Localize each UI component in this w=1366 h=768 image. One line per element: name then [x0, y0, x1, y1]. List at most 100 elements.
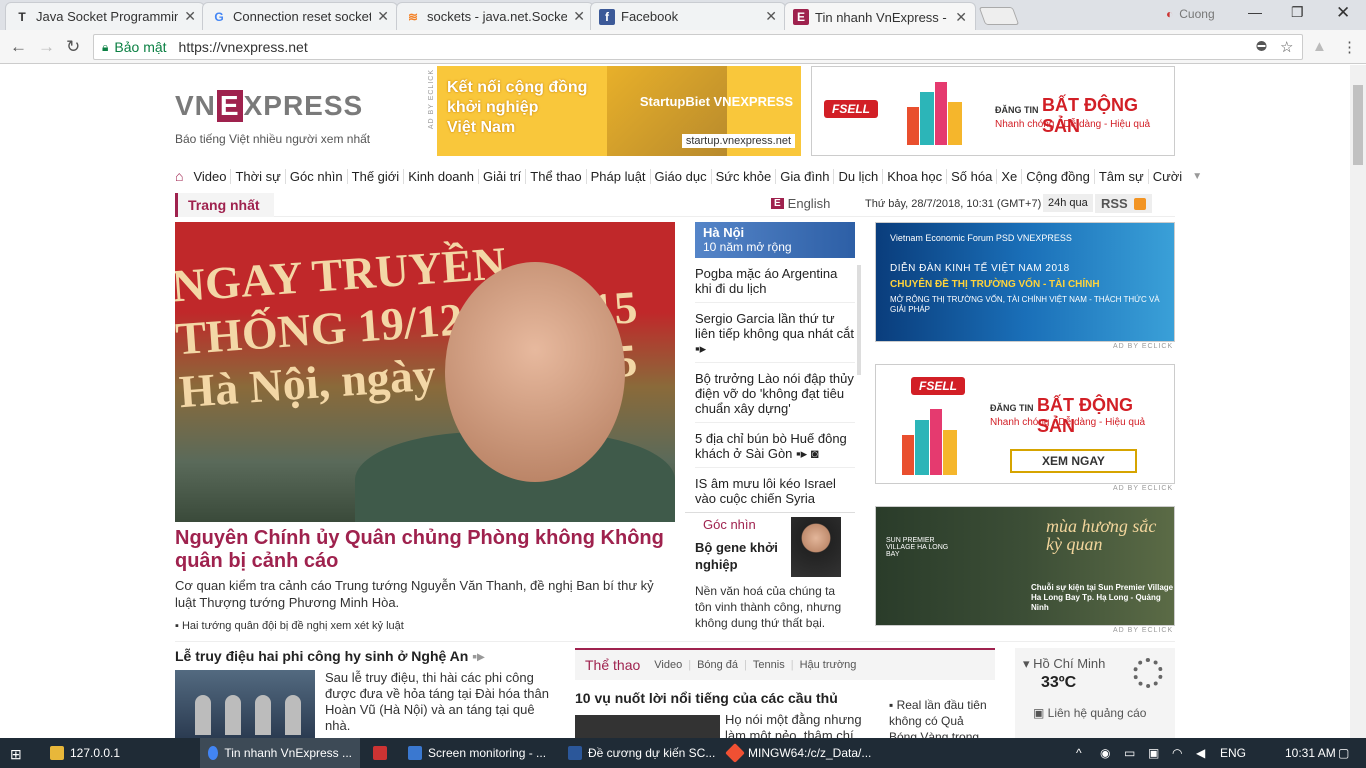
windows-start-icon[interactable]: ⊞ — [10, 746, 22, 763]
star-icon[interactable]: ☆ — [1280, 38, 1293, 56]
menu-item[interactable]: Giải trí — [479, 168, 527, 184]
menu-item[interactable]: Số hóa — [947, 168, 998, 184]
minimize-icon[interactable]: — — [1248, 4, 1262, 20]
story-title[interactable]: Lễ truy điệu hai phi công hy sinh ở Nghệ… — [175, 648, 484, 665]
related-link[interactable]: ▪ Hai tướng quân đội bị đề nghị xem xét … — [175, 620, 404, 632]
fsell-ad-side[interactable]: FSELL ĐĂNG TIN BẤT ĐỘNG SẢN Nhanh chóng … — [875, 364, 1175, 484]
weather-city[interactable]: ▾ Hồ Chí Minh — [1023, 656, 1105, 672]
sport-headline[interactable]: 10 vụ nuốt lời nổi tiếng của các cầu thủ — [575, 690, 838, 706]
menu-item[interactable]: Pháp luật — [587, 168, 651, 184]
page-scrollbar[interactable] — [1350, 65, 1366, 738]
scrollbar[interactable] — [857, 265, 861, 375]
forward-icon[interactable]: → — [38, 37, 55, 57]
tab-hau-truong[interactable]: Hậu trường — [800, 659, 857, 671]
menu-item[interactable]: Khoa học — [883, 168, 948, 184]
menu-item[interactable]: Video — [189, 168, 232, 184]
chevron-down-icon[interactable]: ▼ — [1192, 171, 1202, 182]
close-icon[interactable]: ✕ — [377, 8, 389, 25]
tab-title: sockets - java.net.SocketE — [427, 9, 568, 24]
tab-tennis[interactable]: Tennis — [753, 659, 785, 671]
menu-item[interactable]: Tâm sự — [1095, 168, 1149, 184]
reload-icon[interactable]: ↻ — [66, 37, 80, 57]
close-icon[interactable]: ✕ — [573, 8, 585, 25]
menu-item[interactable]: Cười — [1149, 169, 1187, 184]
story-thumbnail[interactable] — [175, 670, 315, 738]
tab-the-thao[interactable]: Thể thao — [585, 657, 640, 673]
sun-premier-ad[interactable]: SUN PREMIER VILLAGE HA LONG BAY mùa hươn… — [875, 506, 1175, 626]
close-icon[interactable]: ✕ — [765, 8, 777, 25]
news-item[interactable]: Sergio Garcia lần thứ tư liên tiếp không… — [695, 311, 855, 363]
chevron-up-icon[interactable]: ^ — [1076, 746, 1082, 760]
git-icon — [725, 743, 745, 763]
menu-item[interactable]: Thế giới — [348, 168, 405, 184]
taskbar-item-folder[interactable]: 127.0.0.1 — [42, 738, 128, 768]
xem-ngay-button[interactable]: XEM NGAY — [1010, 449, 1137, 473]
close-window-icon[interactable]: ✕ — [1336, 3, 1350, 23]
extension-icon[interactable]: ▲ — [1312, 38, 1327, 55]
taskbar-item-monitoring[interactable]: Screen monitoring - ... — [400, 738, 554, 768]
startup-ad[interactable]: Kết nối cộng đồng khởi nghiệp Việt Nam S… — [437, 66, 801, 156]
rss-link[interactable]: RSS — [1095, 194, 1152, 213]
menu-item[interactable]: Thể thao — [526, 168, 587, 184]
tab-stackoverflow[interactable]: ≋ sockets - java.net.SocketE ✕ — [396, 2, 594, 30]
tab-connection-reset[interactable]: G Connection reset socket ✕ — [202, 2, 398, 30]
address-bar: ← → ↻ 🔒︎ Bảo mật https://vnexpress.net ⛔… — [0, 30, 1366, 64]
chrome-icon — [208, 746, 219, 760]
language-indicator[interactable]: ENG — [1220, 746, 1246, 760]
tab-facebook[interactable]: f Facebook ✕ — [590, 2, 786, 30]
menu-item[interactable]: Giáo dục — [651, 168, 712, 184]
security-icon[interactable]: ◉ — [1100, 746, 1110, 760]
section-title[interactable]: Trang nhất — [175, 193, 274, 217]
home-icon[interactable]: ⌂ — [175, 168, 183, 184]
menu-item[interactable]: Thời sự — [231, 168, 286, 184]
news-item[interactable]: Pogba mặc áo Argentina khi đi du lịch — [695, 266, 855, 303]
forum-ad[interactable]: Vietnam Economic Forum PSD VNEXPRESS DIỄ… — [875, 222, 1175, 342]
sport-thumbnail[interactable] — [575, 715, 720, 738]
menu-item[interactable]: Góc nhìn — [286, 168, 348, 184]
news-item[interactable]: 5 địa chỉ bún bò Huế đông khách ở Sài Gò… — [695, 431, 855, 468]
volume-icon[interactable]: ◀︎ — [1196, 746, 1205, 760]
profile-button[interactable]: ◐ Cuong — [1166, 7, 1215, 21]
app-tray-icon[interactable]: ▣ — [1148, 746, 1159, 760]
fsell-ad-top[interactable]: FSELL ĐĂNG TIN BẤT ĐỘNG SẢN Nhanh chóng … — [811, 66, 1175, 156]
tab-bong-da[interactable]: Bóng đá — [697, 659, 738, 671]
news-item[interactable]: Bộ trưởng Lào nói đập thủy điện vỡ do 'k… — [695, 371, 855, 423]
news-item[interactable]: IS âm mưu lôi kéo Israel vào cuộc chiến … — [695, 476, 855, 512]
url-input[interactable]: 🔒︎ Bảo mật https://vnexpress.net — [93, 34, 1303, 60]
contact-ads-link[interactable]: ▣ Liên hệ quảng cáo — [1033, 706, 1146, 720]
tab-java-socket[interactable]: T Java Socket Programming ✕ — [5, 2, 205, 30]
maximize-icon[interactable]: ❐ — [1291, 4, 1304, 21]
back-icon[interactable]: ← — [10, 37, 27, 57]
close-icon[interactable]: ✕ — [955, 9, 967, 26]
battery-icon[interactable]: ▭ — [1124, 746, 1135, 760]
real-news[interactable]: ▪ Real lần đầu tiên không có Quả Bóng Và… — [889, 697, 989, 738]
cookie-icon[interactable]: ⛔︎ — [1256, 38, 1267, 54]
tab-vnexpress[interactable]: E Tin nhanh VnExpress - Đọ ✕ — [784, 2, 976, 31]
menu-item[interactable]: Sức khỏe — [712, 168, 777, 184]
tab-video[interactable]: Video — [654, 659, 682, 671]
close-icon[interactable]: ✕ — [184, 8, 196, 25]
menu-item[interactable]: Cộng đồng — [1022, 168, 1095, 184]
wifi-icon[interactable]: ◠ — [1172, 746, 1182, 760]
menu-item[interactable]: Gia đình — [776, 168, 835, 184]
24h-link[interactable]: 24h qua — [1043, 194, 1093, 212]
hero-image[interactable]: NGAY TRUYỀN THỐNG 19/12/19 /2015 Hà Nội,… — [175, 222, 675, 522]
site-logo[interactable]: VN E XPRESS — [175, 90, 363, 122]
menu-item[interactable]: Xe — [997, 168, 1023, 184]
goc-nhin-box[interactable]: Góc nhìn Bộ gene khởi nghiệp Nền văn hoá… — [685, 512, 855, 632]
new-tab-button[interactable] — [978, 7, 1020, 25]
taskbar-item-word[interactable]: Đề cương dự kiến SC... — [560, 738, 723, 768]
hero-headline[interactable]: Nguyên Chính ủy Quân chủng Phòng không K… — [175, 527, 675, 573]
scroll-thumb[interactable] — [1353, 85, 1363, 165]
english-link[interactable]: E English — [771, 196, 830, 211]
menu-icon[interactable]: ⋮ — [1342, 38, 1357, 56]
menu-item[interactable]: Du lịch — [834, 168, 884, 184]
notifications-icon[interactable]: ▢ — [1338, 746, 1349, 760]
hanoi-banner[interactable]: Hà Nội 10 năm mở rộng — [695, 222, 855, 258]
taskbar-item-app[interactable] — [365, 738, 395, 768]
clock[interactable]: 10:31 AM — [1285, 746, 1336, 760]
taskbar-item-chrome[interactable]: Tin nhanh VnExpress ... — [200, 738, 360, 768]
tab-title: Tin nhanh VnExpress - Đọ — [815, 9, 949, 25]
taskbar-item-git[interactable]: MINGW64:/c/z_Data/... — [720, 738, 879, 768]
menu-item[interactable]: Kinh doanh — [404, 168, 479, 184]
